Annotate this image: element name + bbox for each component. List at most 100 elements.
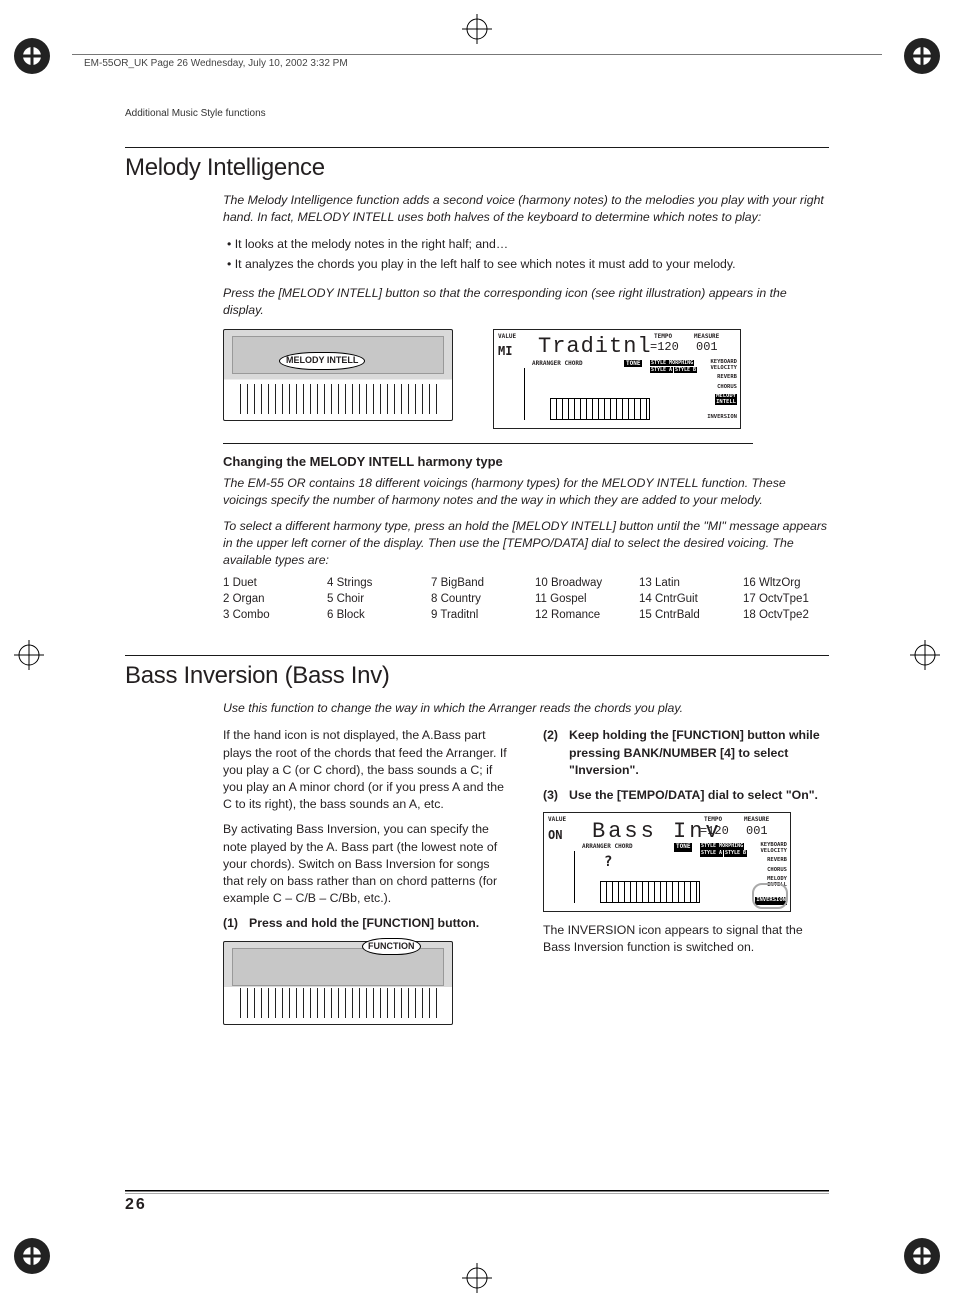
voice-cell: 11 Gospel — [535, 593, 621, 605]
running-head: Additional Music Style functions — [125, 108, 829, 119]
voice-cell: 16 WltzOrg — [743, 577, 829, 589]
step-number: (2) — [543, 727, 569, 779]
voice-cell: 8 Country — [431, 593, 517, 605]
lcd-label: TONE — [624, 360, 642, 367]
body-paragraph: By activating Bass Inversion, you can sp… — [223, 821, 507, 907]
intro-paragraph: Use this function to change the way in w… — [223, 700, 829, 717]
crop-mark-icon — [462, 14, 492, 49]
lcd-label: KEYBOARDVELOCITY — [761, 843, 788, 854]
voice-table: 1 Duet 4 Strings 7 BigBand 10 Broadway 1… — [223, 577, 829, 621]
body-paragraph: To select a different harmony type, pres… — [223, 518, 829, 570]
bullet-text: It looks at the melody notes in the righ… — [235, 237, 508, 251]
crop-mark-icon — [14, 640, 44, 675]
voice-cell: 7 BigBand — [431, 577, 517, 589]
hairline-rule — [223, 443, 753, 444]
voice-cell: 3 Combo — [223, 609, 309, 621]
section-heading: Melody Intelligence — [125, 154, 829, 182]
lcd-label: TONE — [674, 843, 692, 851]
lcd-tempo: 120 — [707, 824, 729, 838]
voice-cell: 14 CntrGuit — [639, 593, 725, 605]
doc-header: EM-55OR_UK Page 26 Wednesday, July 10, 2… — [84, 58, 348, 69]
reg-mark-icon — [902, 36, 942, 76]
lcd-label: STYLE A — [700, 850, 723, 857]
right-column: (2) Keep holding the [FUNCTION] button w… — [543, 727, 827, 1024]
lcd-main-text: Traditnl — [538, 334, 652, 359]
step: (3) Use the [TEMPO/DATA] dial to select … — [543, 787, 827, 804]
lcd-label: STYLE B — [674, 367, 697, 373]
lcd-label: INVERSION — [707, 414, 737, 420]
keyboard-illustration: MELODY INTELL — [223, 329, 453, 421]
footer-rule — [125, 1190, 829, 1194]
lcd-measure: 001 — [696, 340, 718, 354]
lcd-label: STYLE MORPHING — [700, 843, 744, 850]
bullet-text: It analyzes the chords you play in the l… — [235, 257, 736, 271]
voice-cell: 10 Broadway — [535, 577, 621, 589]
step-number: (3) — [543, 787, 569, 804]
lcd-tempo: 120 — [657, 340, 679, 354]
callout-bubble: MELODY INTELL — [279, 352, 365, 369]
voice-cell: 5 Choir — [327, 593, 413, 605]
lcd-on: ON — [548, 827, 562, 844]
lcd-label: ARRANGER CHORD — [532, 360, 583, 367]
left-column: If the hand icon is not displayed, the A… — [223, 727, 507, 1024]
page: EM-55OR_UK Page 26 Wednesday, July 10, 2… — [0, 0, 954, 1312]
section-rule — [125, 147, 829, 148]
lcd-label: STYLE MORPHING — [650, 360, 694, 366]
lcd-illustration: VALUE MI Traditnl TEMPO =120 MEASURE 001… — [493, 329, 741, 429]
lcd-label: VALUE — [498, 333, 516, 340]
header-rule — [72, 54, 882, 55]
step-text: Keep holding the [FUNCTION] button while… — [569, 727, 827, 779]
lcd-label: MELODYINTELL — [715, 394, 737, 405]
lcd-label: STYLE B — [724, 850, 747, 857]
body-paragraph: The INVERSION icon appears to signal tha… — [543, 922, 827, 956]
section-rule — [125, 655, 829, 656]
voice-cell: 15 CntrBald — [639, 609, 725, 621]
subheading: Changing the MELODY INTELL harmony type — [223, 454, 829, 469]
voice-cell: 2 Organ — [223, 593, 309, 605]
figure-row: MELODY INTELL VALUE MI Traditnl TEMPO =1… — [223, 329, 829, 429]
body-paragraph: Press the [MELODY INTELL] button so that… — [223, 285, 829, 319]
reg-mark-icon — [12, 36, 52, 76]
content-area: Additional Music Style functions Melody … — [125, 108, 829, 1025]
lcd-label: MEASURE — [694, 333, 719, 340]
highlight-circle-icon — [752, 883, 788, 909]
voice-cell: 1 Duet — [223, 577, 309, 589]
reg-mark-icon — [12, 1236, 52, 1276]
voice-cell: 13 Latin — [639, 577, 725, 589]
crop-mark-icon — [910, 640, 940, 675]
lcd-label: STYLE A — [650, 367, 673, 373]
section-heading: Bass Inversion (Bass Inv) — [125, 662, 829, 690]
step-text: Use the [TEMPO/DATA] dial to select "On"… — [569, 787, 818, 804]
lcd-label: REVERB — [767, 857, 787, 865]
lcd-measure: 001 — [746, 823, 768, 840]
lcd-chord: ? — [604, 853, 612, 873]
body-paragraph: If the hand icon is not displayed, the A… — [223, 727, 507, 813]
lcd-label: CHORUS — [767, 867, 787, 875]
step-number: (1) — [223, 915, 249, 932]
step: (1) Press and hold the [FUNCTION] button… — [223, 915, 507, 932]
lcd-illustration: VALUE ON Bass Inv TEMPO =120 MEASURE 001… — [543, 812, 791, 912]
list-item: • It analyzes the chords you play in the… — [239, 256, 829, 273]
voice-cell: 17 OctvTpe1 — [743, 593, 829, 605]
crop-mark-icon — [462, 1263, 492, 1298]
lcd-label: REVERB — [717, 374, 737, 380]
lcd-label: VALUE — [548, 816, 566, 824]
reg-mark-icon — [902, 1236, 942, 1276]
voice-cell: 12 Romance — [535, 609, 621, 621]
step: (2) Keep holding the [FUNCTION] button w… — [543, 727, 827, 779]
lcd-mi: MI — [498, 344, 512, 358]
voice-cell: 18 OctvTpe2 — [743, 609, 829, 621]
callout-bubble: FUNCTION — [362, 938, 421, 955]
body-paragraph: The EM-55 OR contains 18 different voici… — [223, 475, 829, 509]
page-number: 26 — [125, 1196, 147, 1214]
voice-cell: 9 Traditnl — [431, 609, 517, 621]
list-item: • It looks at the melody notes in the ri… — [239, 236, 829, 253]
step-text: Press and hold the [FUNCTION] button. — [249, 915, 479, 932]
lcd-label: TEMPO — [654, 333, 672, 340]
intro-paragraph: The Melody Intelligence function adds a … — [223, 192, 829, 226]
voice-cell: 4 Strings — [327, 577, 413, 589]
voice-cell: 6 Block — [327, 609, 413, 621]
lcd-label: CHORUS — [717, 384, 737, 390]
lcd-label: KEYBOARDVELOCITY — [711, 360, 738, 371]
keyboard-illustration: FUNCTION — [223, 941, 453, 1025]
